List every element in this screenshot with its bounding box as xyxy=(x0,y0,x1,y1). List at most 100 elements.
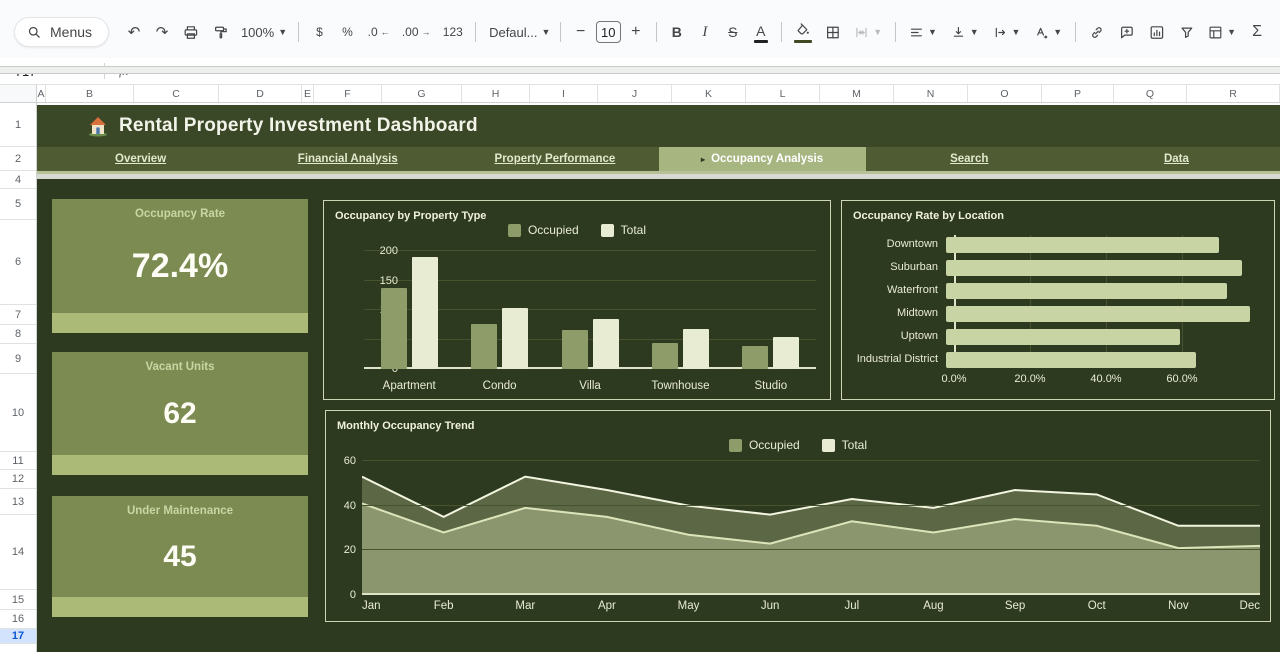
row-header-10[interactable]: 10 xyxy=(0,374,36,452)
table-views-button[interactable]: ▼ xyxy=(1202,18,1242,46)
toolbar-divider xyxy=(1075,22,1076,42)
column-header-E[interactable]: E xyxy=(302,85,314,102)
sheet-grid: 124567891011121314151617 Rental Property… xyxy=(0,103,1280,652)
tab-overview[interactable]: Overview xyxy=(37,147,244,171)
tab-financial-analysis[interactable]: Financial Analysis xyxy=(244,147,451,171)
column-header-H[interactable]: H xyxy=(462,85,530,102)
column-header-N[interactable]: N xyxy=(894,85,968,102)
merge-cells-button[interactable]: ▼ xyxy=(848,18,888,46)
column-header-M[interactable]: M xyxy=(820,85,894,102)
insert-chart-button[interactable] xyxy=(1143,18,1171,46)
column-header-K[interactable]: K xyxy=(672,85,746,102)
row-header-5[interactable]: 5 xyxy=(0,189,36,220)
decrease-decimal-button[interactable]: .0← xyxy=(362,18,394,46)
location-bar xyxy=(946,329,1180,345)
row-header-2[interactable]: 2 xyxy=(0,147,36,171)
x-axis-label: 40.0% xyxy=(1090,373,1121,385)
bold-button[interactable]: B xyxy=(664,18,690,46)
borders-button[interactable] xyxy=(819,18,847,46)
bold-icon: B xyxy=(672,24,682,40)
tab-search[interactable]: Search xyxy=(866,147,1073,171)
bar-total xyxy=(683,329,709,369)
column-header-O[interactable]: O xyxy=(968,85,1042,102)
column-header-J[interactable]: J xyxy=(598,85,672,102)
chevron-down-icon: ▼ xyxy=(278,27,287,37)
dashboard: Rental Property Investment Dashboard Ove… xyxy=(37,105,1280,652)
y-axis-label: 60 xyxy=(344,455,356,467)
tab-property-performance[interactable]: Property Performance xyxy=(451,147,658,171)
bar-total xyxy=(773,337,799,369)
column-header-Q[interactable]: Q xyxy=(1114,85,1187,102)
font-select[interactable]: Defaul...▼ xyxy=(483,18,553,46)
format-percent-button[interactable]: % xyxy=(334,18,360,46)
horizontal-align-button[interactable]: ▼ xyxy=(903,18,943,46)
column-header-L[interactable]: L xyxy=(746,85,820,102)
row-header-7[interactable]: 7 xyxy=(0,305,36,325)
row-header-12[interactable]: 12 xyxy=(0,470,36,489)
column-header-I[interactable]: I xyxy=(530,85,598,102)
print-button[interactable] xyxy=(177,18,205,46)
row-header-14[interactable]: 14 xyxy=(0,515,36,590)
currency-icon: $ xyxy=(316,25,323,39)
text-color-button[interactable]: A xyxy=(748,18,774,46)
row-header-6[interactable]: 6 xyxy=(0,220,36,305)
row-header-8[interactable]: 8 xyxy=(0,325,36,344)
increase-font-size-button[interactable]: + xyxy=(623,18,649,46)
bar-track xyxy=(946,329,1258,345)
zoom-select[interactable]: 100%▼ xyxy=(237,18,292,46)
text-rotation-button[interactable]: ▼ xyxy=(1028,18,1068,46)
insert-link-button[interactable] xyxy=(1083,18,1111,46)
kpi-card-under-maintenance: Under Maintenance 45 xyxy=(52,496,308,617)
row-header-17[interactable]: 17 xyxy=(0,629,36,644)
functions-button[interactable]: Σ xyxy=(1244,18,1270,46)
paint-format-button[interactable] xyxy=(207,18,235,46)
kpi-accent-strip xyxy=(52,313,308,333)
column-header-D[interactable]: D xyxy=(219,85,302,102)
month-label-may: May xyxy=(678,600,700,612)
menus-button[interactable]: Menus xyxy=(14,17,109,47)
y-axis-label: 20 xyxy=(344,544,356,556)
row-header-1[interactable]: 1 xyxy=(0,103,36,147)
category-label: Villa xyxy=(545,380,635,392)
font-size-value: 10 xyxy=(601,25,615,40)
create-filter-button[interactable] xyxy=(1173,18,1201,46)
property-type-chart: 050100150200 xyxy=(364,251,816,369)
text-wrap-button[interactable]: ▼ xyxy=(987,18,1027,46)
font-size-input[interactable]: 10 xyxy=(596,21,621,43)
gridline-20 xyxy=(362,549,1260,550)
tab-occupancy-analysis[interactable]: ▸Occupancy Analysis xyxy=(659,147,866,171)
row-header-9[interactable]: 9 xyxy=(0,344,36,374)
decrease-font-size-button[interactable]: − xyxy=(568,18,594,46)
row-header-16[interactable]: 16 xyxy=(0,610,36,629)
category-label: Studio xyxy=(726,380,816,392)
fill-color-button[interactable] xyxy=(789,18,817,46)
more-formats-button[interactable]: 123 xyxy=(437,18,468,46)
column-header-F[interactable]: F xyxy=(314,85,382,102)
column-header-A[interactable]: A xyxy=(37,85,46,102)
column-header-G[interactable]: G xyxy=(382,85,462,102)
undo-button[interactable]: ↶ xyxy=(121,18,147,46)
tab-data[interactable]: Data xyxy=(1073,147,1280,171)
hidden-row-marker[interactable] xyxy=(0,66,1280,74)
row-header-4[interactable]: 4 xyxy=(0,171,36,189)
insert-comment-button[interactable] xyxy=(1113,18,1141,46)
location-bar xyxy=(946,306,1250,322)
row-header-11[interactable]: 11 xyxy=(0,452,36,470)
row-header-13[interactable]: 13 xyxy=(0,489,36,515)
increase-decimal-button[interactable]: .00→ xyxy=(397,18,436,46)
vertical-align-button[interactable]: ▼ xyxy=(945,18,985,46)
format-currency-button[interactable]: $ xyxy=(306,18,332,46)
italic-button[interactable]: I xyxy=(692,18,718,46)
chevron-down-icon: ▼ xyxy=(542,27,551,37)
column-header-P[interactable]: P xyxy=(1042,85,1114,102)
column-header-C[interactable]: C xyxy=(134,85,219,102)
align-left-icon xyxy=(909,24,924,41)
strikethrough-button[interactable]: S xyxy=(720,18,746,46)
row-header-15[interactable]: 15 xyxy=(0,590,36,610)
column-header-B[interactable]: B xyxy=(46,85,134,102)
tab-label: Search xyxy=(950,153,988,165)
redo-button[interactable]: ↷ xyxy=(149,18,175,46)
bar-track xyxy=(946,237,1258,253)
select-all-corner[interactable] xyxy=(0,85,37,102)
column-header-R[interactable]: R xyxy=(1187,85,1280,102)
